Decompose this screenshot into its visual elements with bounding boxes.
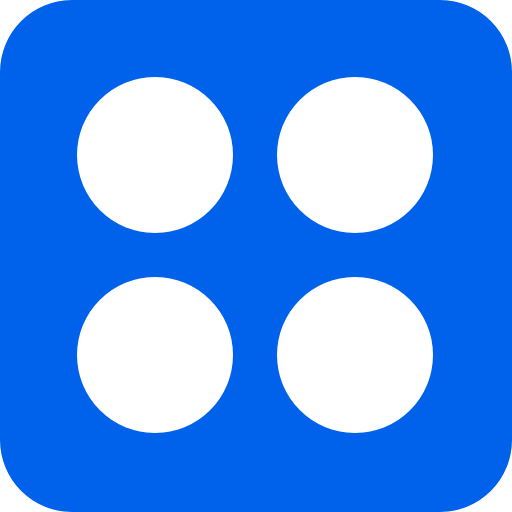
dot-bottom-left (77, 277, 233, 433)
dot-bottom-right (277, 277, 433, 433)
dot-top-left (77, 77, 233, 233)
dot-top-right (277, 77, 433, 233)
app-icon[interactable] (0, 0, 512, 512)
